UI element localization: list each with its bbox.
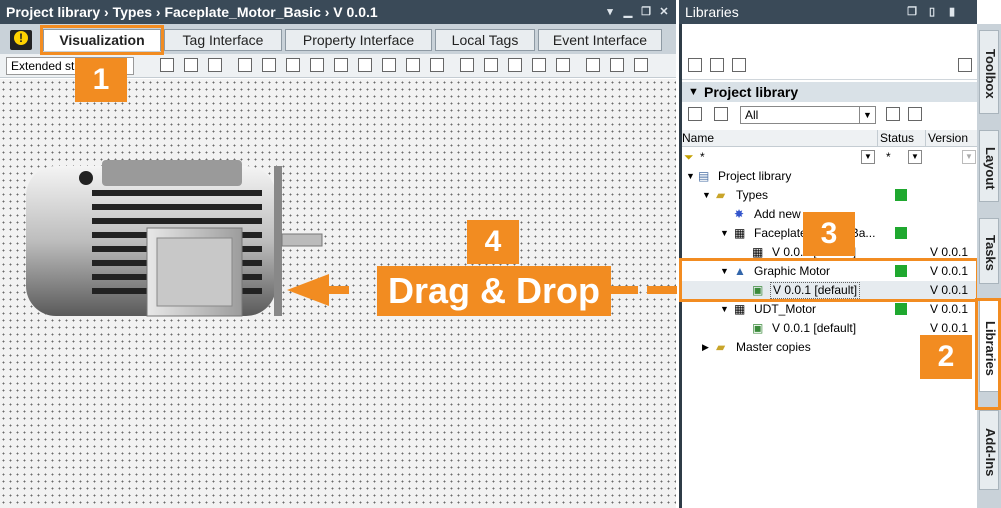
warning-icon[interactable]: ! xyxy=(10,30,32,50)
center-icon[interactable] xyxy=(382,58,396,72)
fit-icon[interactable] xyxy=(556,58,570,72)
drag-drop-label: Drag & Drop xyxy=(377,266,611,316)
send-back-icon[interactable] xyxy=(610,58,624,72)
minimize-icon[interactable]: ▯ xyxy=(924,0,940,24)
align-left-icon[interactable] xyxy=(238,58,252,72)
breadcrumb: Project library › Types › Faceplate_Moto… xyxy=(6,4,378,20)
library-icon: ▤ xyxy=(698,169,710,183)
tab-property-interface[interactable]: Property Interface xyxy=(285,29,432,51)
same-size-icon[interactable] xyxy=(508,58,522,72)
callout-2: 2 xyxy=(920,335,972,379)
chevron-down-icon: ▼ xyxy=(688,86,699,98)
tree-row[interactable]: ▼ ▰ Types xyxy=(682,186,977,205)
rotate-left-icon[interactable] xyxy=(184,58,198,72)
side-tab-add-ins[interactable]: Add-Ins xyxy=(979,410,999,490)
tab-local-tags[interactable]: Local Tags xyxy=(435,29,535,51)
same-height-icon[interactable] xyxy=(484,58,498,72)
tab-tag-interface[interactable]: Tag Interface xyxy=(164,29,282,51)
callout-4: 4 xyxy=(467,220,519,264)
add-new-icon: ✸ xyxy=(734,207,745,221)
restore-icon[interactable]: ❐ xyxy=(638,0,654,24)
callout-1: 1 xyxy=(75,58,127,102)
libraries-title-bar: Libraries ❐ ▯ ▮ xyxy=(679,0,977,24)
distribute-v-icon[interactable] xyxy=(430,58,444,72)
status-icon xyxy=(895,189,907,201)
chevron-down-icon[interactable]: ▼ xyxy=(962,150,976,164)
table-header: Name Status Version xyxy=(682,130,977,147)
rotate-right-icon[interactable] xyxy=(208,58,222,72)
col-version[interactable]: Version xyxy=(928,130,978,147)
side-tab-layout[interactable]: Layout xyxy=(979,130,999,202)
chevron-down-icon[interactable]: ▼ xyxy=(908,150,922,164)
panel-icon[interactable] xyxy=(958,58,972,72)
dropdown-icon[interactable]: ▾ xyxy=(602,0,618,24)
restore-icon[interactable]: ❐ xyxy=(904,0,920,24)
library-settings-icon[interactable] xyxy=(732,58,746,72)
rotate-icon[interactable] xyxy=(160,58,174,72)
status-icon xyxy=(895,227,907,239)
tab-event-interface[interactable]: Event Interface xyxy=(538,29,662,51)
col-status[interactable]: Status xyxy=(880,130,926,147)
version-icon: ▣ xyxy=(752,321,764,335)
spacing-icon[interactable] xyxy=(532,58,546,72)
tree-row[interactable]: ▼ ▦ UDT_Motor V 0.0.1 xyxy=(682,300,977,319)
align-center-icon[interactable] xyxy=(262,58,276,72)
open-library-icon[interactable] xyxy=(688,58,702,72)
bring-front-icon[interactable] xyxy=(586,58,600,72)
graphic-motor-highlight xyxy=(679,258,979,302)
export-icon[interactable] xyxy=(908,107,922,121)
status-icon xyxy=(895,303,907,315)
editor-title-bar: Project library › Types › Faceplate_Moto… xyxy=(0,0,676,24)
minimize-icon[interactable]: ▁ xyxy=(620,0,636,24)
update-icon[interactable] xyxy=(886,107,900,121)
distribute-h-icon[interactable] xyxy=(406,58,420,72)
align-bottom-icon[interactable] xyxy=(358,58,372,72)
udt-icon: ▦ xyxy=(734,302,746,316)
close-icon[interactable]: ▮ xyxy=(944,0,960,24)
motor-graphic[interactable] xyxy=(22,158,327,323)
forward-icon[interactable] xyxy=(634,58,648,72)
faceplate-icon: ▦ xyxy=(734,226,746,240)
project-library-section[interactable]: ▼ Project library xyxy=(682,82,977,102)
chevron-down-icon[interactable]: ▼ xyxy=(861,150,875,164)
library-view-icon[interactable] xyxy=(710,58,724,72)
libraries-toolbar xyxy=(682,50,977,80)
filter-row: ⏷ * ▼ * ▼ ▼ xyxy=(682,148,977,167)
close-icon[interactable]: ✕ xyxy=(656,0,672,24)
section-title: Project library xyxy=(704,84,799,100)
filter-icon[interactable]: ⏷ xyxy=(684,148,694,167)
libraries-title: Libraries xyxy=(685,4,739,20)
folder-icon: ▰ xyxy=(716,188,726,202)
align-middle-icon[interactable] xyxy=(334,58,348,72)
align-top-icon[interactable] xyxy=(310,58,324,72)
list-icon[interactable] xyxy=(714,107,728,121)
folder-icon: ▰ xyxy=(716,340,726,354)
tree-row[interactable]: ▼ ▤ Project library xyxy=(682,167,977,186)
side-tab-toolbox[interactable]: Toolbox xyxy=(979,30,999,114)
same-width-icon[interactable] xyxy=(460,58,474,72)
libraries-tab-highlight xyxy=(975,298,1001,410)
side-tab-tasks[interactable]: Tasks xyxy=(979,218,999,284)
col-name[interactable]: Name xyxy=(682,130,878,147)
tree-icon[interactable] xyxy=(688,107,702,121)
library-filter-select[interactable]: All ▼ xyxy=(740,106,876,124)
visualization-tab-highlight xyxy=(40,25,164,55)
chevron-down-icon: ▼ xyxy=(859,107,875,123)
callout-3: 3 xyxy=(803,212,855,256)
align-right-icon[interactable] xyxy=(286,58,300,72)
library-filter-bar: All ▼ xyxy=(682,104,977,126)
